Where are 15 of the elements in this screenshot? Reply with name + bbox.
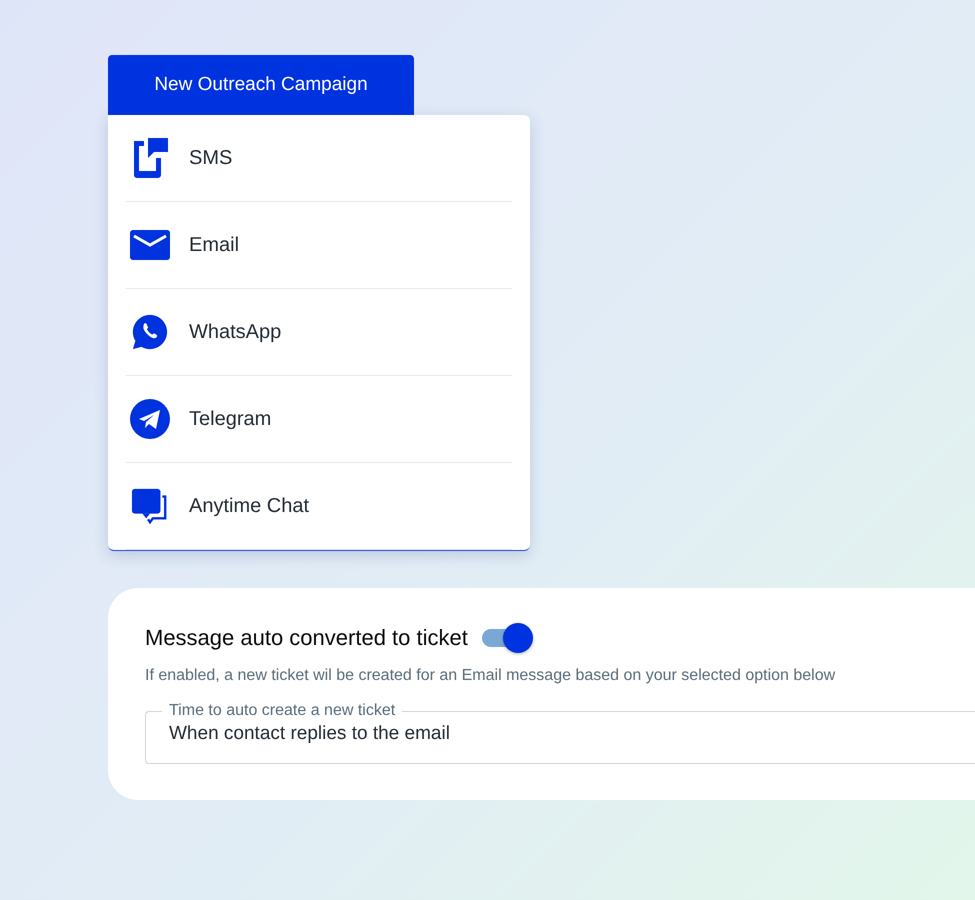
setting-title: Message auto converted to ticket bbox=[145, 625, 468, 651]
select-field[interactable]: Time to auto create a new ticket When contact replies to the email bbox=[145, 701, 975, 764]
menu-item[interactable]: SMS bbox=[126, 115, 512, 202]
chat-bubbles-icon bbox=[131, 487, 169, 525]
new-campaign-button[interactable]: New Outreach Campaign bbox=[108, 55, 414, 115]
toggle-switch[interactable] bbox=[480, 622, 534, 654]
menu-item[interactable]: WhatsApp bbox=[126, 289, 512, 376]
field-label: Time to auto create a new ticket bbox=[168, 701, 396, 721]
setting-description: If enabled, a new ticket wil be created for an Email message based on your selected option below bbox=[145, 667, 836, 685]
menu-item[interactable]: Email bbox=[126, 202, 512, 289]
menu-item[interactable]: Telegram bbox=[126, 376, 512, 463]
paper-plane-icon bbox=[130, 399, 170, 439]
menu-item[interactable]: Anytime Chat bbox=[126, 463, 512, 550]
envelope-icon bbox=[130, 230, 170, 260]
chat-phone-icon bbox=[131, 313, 169, 351]
